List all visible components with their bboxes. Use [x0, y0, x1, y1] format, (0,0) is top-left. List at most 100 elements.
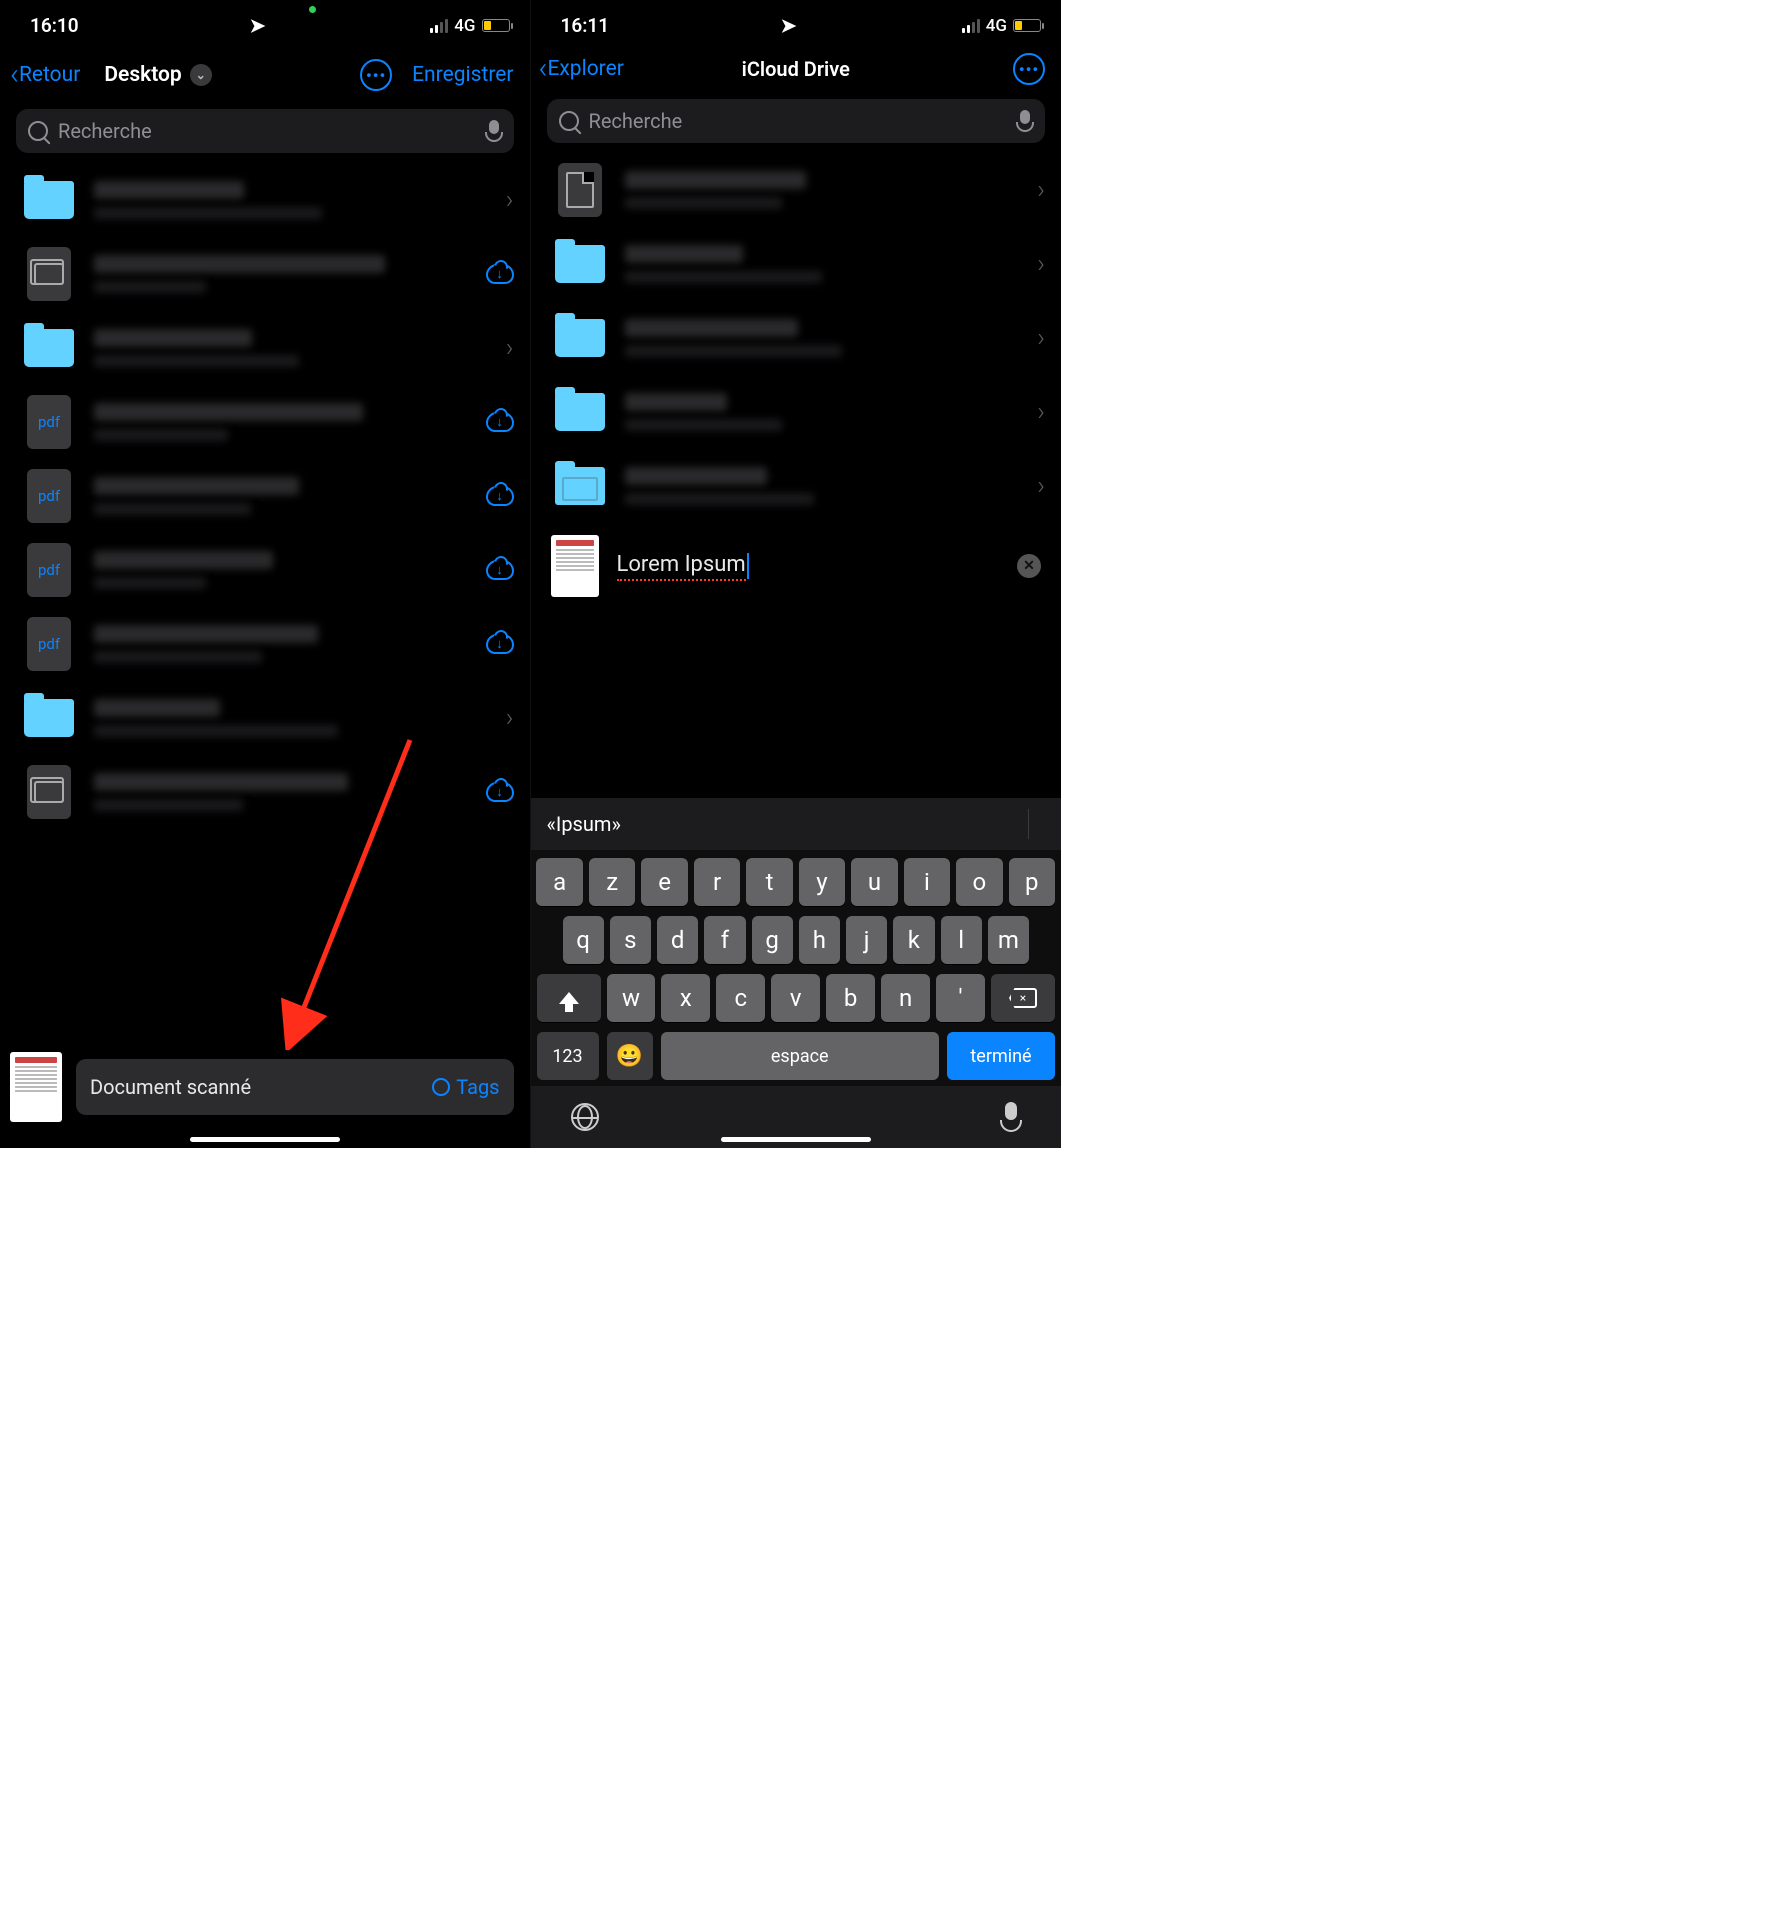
list-item[interactable]: › — [531, 301, 1062, 375]
key-z[interactable]: z — [589, 858, 635, 906]
more-button[interactable]: ••• — [1013, 53, 1045, 85]
folder-icon — [553, 311, 607, 365]
page-icon — [553, 163, 607, 217]
list-item[interactable]: › — [0, 681, 530, 755]
stack-icon — [22, 247, 76, 301]
key-w[interactable]: w — [607, 974, 656, 1022]
list-item[interactable]: › — [0, 311, 530, 385]
cloud-download-icon[interactable] — [486, 264, 514, 284]
desktop-icon — [553, 459, 607, 513]
back-button[interactable]: ‹ Retour — [10, 60, 80, 90]
clear-button[interactable]: ✕ — [1017, 554, 1041, 578]
key-t[interactable]: t — [746, 858, 792, 906]
key-s[interactable]: s — [610, 916, 651, 964]
key-m[interactable]: m — [988, 916, 1029, 964]
save-button[interactable]: Enregistrer — [412, 63, 513, 87]
key-f[interactable]: f — [704, 916, 745, 964]
list-item[interactable]: › — [531, 153, 1062, 227]
globe-icon[interactable] — [571, 1103, 599, 1131]
tags-button[interactable]: Tags — [432, 1075, 499, 1099]
search-bar[interactable]: Recherche — [547, 99, 1046, 143]
delete-key[interactable]: × — [991, 974, 1055, 1022]
chevron-right-icon: › — [1037, 323, 1045, 353]
key-u[interactable]: u — [851, 858, 897, 906]
mic-icon[interactable] — [1017, 110, 1033, 132]
screenshot-right: 16:11 ➤ 4G ‹ Explorer iCloud Drive ••• R… — [531, 0, 1062, 1148]
key-x[interactable]: x — [661, 974, 710, 1022]
chevron-right-icon: › — [506, 333, 514, 363]
numbers-key[interactable]: 123 — [537, 1032, 599, 1080]
shift-icon — [559, 992, 579, 1004]
key-i[interactable]: i — [904, 858, 950, 906]
cloud-download-icon[interactable] — [486, 486, 514, 506]
list-item[interactable]: pdf — [0, 607, 530, 681]
key-j[interactable]: j — [846, 916, 887, 964]
key-q[interactable]: q — [563, 916, 604, 964]
key-b[interactable]: b — [826, 974, 875, 1022]
shift-key[interactable] — [537, 974, 601, 1022]
key-k[interactable]: k — [893, 916, 934, 964]
key-r[interactable]: r — [694, 858, 740, 906]
key-c[interactable]: c — [716, 974, 765, 1022]
file-list: ››››› — [531, 153, 1062, 523]
key-a[interactable]: a — [536, 858, 582, 906]
emoji-key[interactable]: 😀 — [607, 1032, 653, 1080]
key-g[interactable]: g — [752, 916, 793, 964]
list-item[interactable]: pdf — [0, 385, 530, 459]
cloud-download-icon[interactable] — [486, 412, 514, 432]
key-n[interactable]: n — [881, 974, 930, 1022]
nav-bar: ‹ Retour Desktop ⌄ ••• Enregistrer — [0, 43, 530, 103]
rename-input[interactable]: Lorem Ipsum — [617, 552, 1000, 581]
document-thumbnail[interactable] — [551, 535, 599, 597]
list-item[interactable]: pdf — [0, 533, 530, 607]
dictation-icon[interactable] — [1001, 1102, 1021, 1132]
key-y[interactable]: y — [799, 858, 845, 906]
status-bar: 16:10 ➤ 4G — [0, 0, 530, 43]
list-item[interactable]: › — [0, 163, 530, 237]
cloud-download-icon[interactable] — [486, 634, 514, 654]
prediction-bar[interactable]: «Ipsum» — [531, 798, 1062, 850]
mic-icon[interactable] — [486, 120, 502, 142]
list-item[interactable]: › — [531, 449, 1062, 523]
list-item[interactable] — [0, 755, 530, 829]
nav-title: iCloud Drive — [742, 57, 850, 81]
pdf-icon: pdf — [22, 617, 76, 671]
chevron-right-icon: › — [506, 703, 514, 733]
list-item[interactable]: › — [531, 375, 1062, 449]
list-item[interactable] — [0, 237, 530, 311]
keyboard: «Ipsum» azertyuiop qsdfghjklm wxcvbn' × … — [531, 798, 1062, 1148]
list-item[interactable]: › — [531, 227, 1062, 301]
back-button[interactable]: ‹ Explorer — [539, 54, 624, 84]
home-indicator[interactable] — [721, 1137, 871, 1142]
key-'[interactable]: ' — [936, 974, 985, 1022]
network-label: 4G — [454, 16, 475, 36]
key-l[interactable]: l — [941, 916, 982, 964]
cloud-download-icon[interactable] — [486, 782, 514, 802]
list-item[interactable]: pdf — [0, 459, 530, 533]
key-v[interactable]: v — [771, 974, 820, 1022]
search-placeholder: Recherche — [589, 109, 1008, 133]
signal-icon — [962, 19, 980, 33]
document-thumbnail[interactable] — [10, 1052, 62, 1122]
nav-title[interactable]: Desktop ⌄ — [104, 63, 211, 87]
folder-icon — [22, 691, 76, 745]
folder-icon — [553, 237, 607, 291]
home-indicator[interactable] — [190, 1137, 340, 1142]
filename-input[interactable]: Document scanné Tags — [76, 1059, 514, 1115]
search-bar[interactable]: Recherche — [16, 109, 514, 153]
more-button[interactable]: ••• — [360, 59, 392, 91]
key-h[interactable]: h — [799, 916, 840, 964]
key-p[interactable]: p — [1009, 858, 1055, 906]
search-icon — [559, 111, 579, 131]
delete-icon: × — [1009, 988, 1037, 1008]
done-key[interactable]: terminé — [947, 1032, 1055, 1080]
key-e[interactable]: e — [641, 858, 687, 906]
text-cursor — [747, 553, 749, 579]
space-key[interactable]: espace — [661, 1032, 940, 1080]
key-o[interactable]: o — [956, 858, 1002, 906]
chevron-left-icon: ‹ — [539, 54, 548, 84]
key-d[interactable]: d — [657, 916, 698, 964]
back-label: Retour — [19, 63, 80, 87]
chevron-right-icon: › — [1037, 471, 1045, 501]
cloud-download-icon[interactable] — [486, 560, 514, 580]
